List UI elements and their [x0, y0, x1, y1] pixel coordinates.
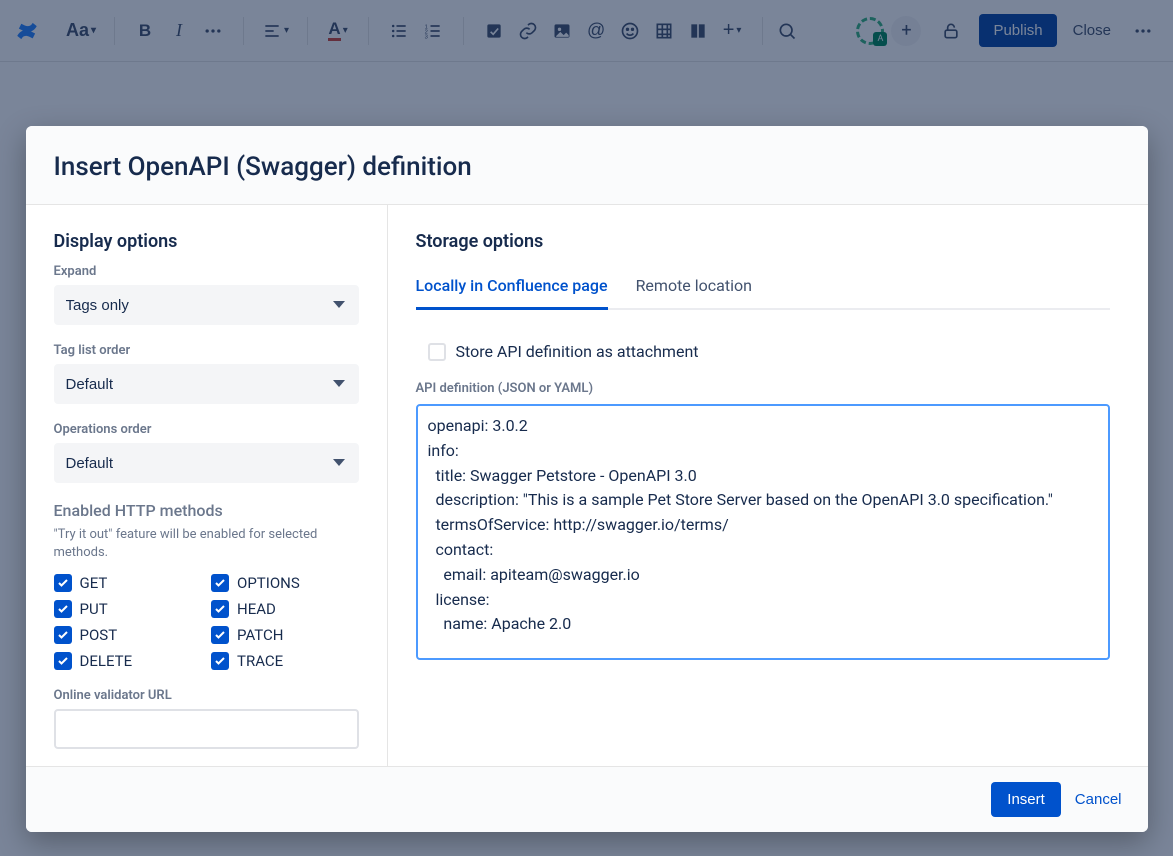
methods-heading: Enabled HTTP methods	[54, 501, 359, 520]
checkbox-trace[interactable]	[211, 652, 229, 670]
methods-help-text: "Try it out" feature will be enabled for…	[54, 526, 359, 562]
storage-options-pane: Storage options Locally in Confluence pa…	[388, 205, 1148, 766]
label-trace: TRACE	[237, 652, 283, 670]
taglist-select[interactable]: Default	[54, 364, 359, 404]
display-options-pane: Display options Expand Tags only Tag lis…	[26, 205, 388, 766]
tab-remote[interactable]: Remote location	[636, 266, 752, 310]
label-patch: PATCH	[237, 626, 284, 644]
checkbox-head[interactable]	[211, 600, 229, 618]
opsorder-select[interactable]: Default	[54, 443, 359, 483]
display-options-heading: Display options	[54, 231, 359, 252]
modal-title: Insert OpenAPI (Swagger) definition	[54, 152, 1120, 182]
label-put: PUT	[80, 600, 108, 618]
modal-overlay: Insert OpenAPI (Swagger) definition Disp…	[0, 0, 1173, 856]
cancel-button[interactable]: Cancel	[1075, 791, 1122, 808]
check-icon	[57, 603, 69, 615]
validator-input[interactable]	[54, 709, 359, 749]
opsorder-label: Operations order	[54, 422, 359, 437]
checkbox-options[interactable]	[211, 574, 229, 592]
checkbox-post[interactable]	[54, 626, 72, 644]
api-definition-textarea[interactable]	[416, 404, 1110, 660]
label-options: OPTIONS	[237, 574, 300, 592]
api-definition-label: API definition (JSON or YAML)	[416, 381, 1110, 396]
check-icon	[214, 655, 226, 667]
storage-tabs: Locally in Confluence page Remote locati…	[416, 266, 1110, 310]
check-icon	[57, 655, 69, 667]
modal-header: Insert OpenAPI (Swagger) definition	[26, 126, 1148, 205]
storage-options-heading: Storage options	[416, 231, 1110, 252]
expand-select[interactable]: Tags only	[54, 285, 359, 325]
expand-label: Expand	[54, 264, 359, 279]
modal-footer: Insert Cancel	[26, 766, 1148, 832]
validator-label: Online validator URL	[54, 688, 359, 703]
openapi-modal: Insert OpenAPI (Swagger) definition Disp…	[26, 126, 1148, 832]
checkbox-store-attachment[interactable]	[428, 343, 446, 361]
checkbox-get[interactable]	[54, 574, 72, 592]
check-icon	[214, 629, 226, 641]
label-head: HEAD	[237, 600, 276, 618]
store-attachment-label: Store API definition as attachment	[456, 342, 699, 361]
label-delete: DELETE	[80, 652, 133, 670]
checkbox-patch[interactable]	[211, 626, 229, 644]
check-icon	[57, 629, 69, 641]
tab-local[interactable]: Locally in Confluence page	[416, 266, 608, 310]
checkbox-delete[interactable]	[54, 652, 72, 670]
insert-button[interactable]: Insert	[991, 782, 1061, 817]
checkbox-put[interactable]	[54, 600, 72, 618]
taglist-label: Tag list order	[54, 343, 359, 358]
check-icon	[214, 577, 226, 589]
check-icon	[214, 603, 226, 615]
check-icon	[57, 577, 69, 589]
label-get: GET	[80, 574, 108, 592]
label-post: POST	[80, 626, 118, 644]
methods-grid: GET OPTIONS PUT HEAD	[54, 574, 359, 670]
